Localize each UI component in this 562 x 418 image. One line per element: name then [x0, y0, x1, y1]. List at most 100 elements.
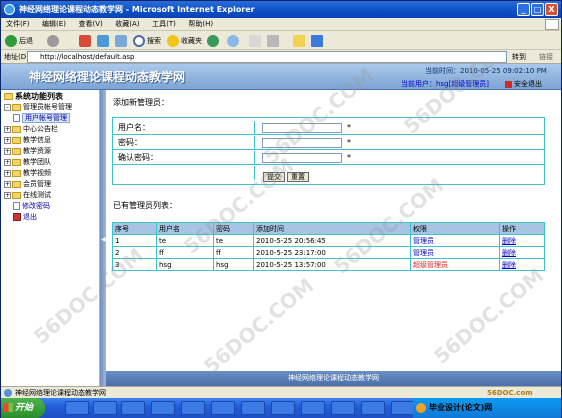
page-footer: 神经网络理论课程动态教学网 [106, 371, 561, 386]
messenger-button[interactable] [311, 34, 325, 48]
menu-view[interactable]: 查看(V) [73, 18, 107, 31]
maximize-button[interactable]: □ [531, 3, 544, 16]
forward-arrow-icon [47, 35, 59, 47]
expand-icon[interactable]: + [4, 180, 11, 188]
add-admin-title: 添加新管理员： [113, 98, 169, 107]
logout-link[interactable]: 安全退出 [505, 79, 542, 89]
site-banner: 神经网络理论课程动态教学网 当前时间：2010-05-25 09:02:10 P… [1, 64, 561, 90]
close-button[interactable]: X [545, 3, 558, 16]
taskbar-item[interactable] [361, 401, 385, 415]
taskbar-item[interactable] [391, 401, 415, 415]
taskbar-item[interactable] [211, 401, 235, 415]
sidebar-item[interactable]: + 教学团队 [1, 157, 99, 168]
sidebar-item[interactable]: + 会员管理 [1, 179, 99, 190]
refresh-button[interactable] [97, 34, 111, 48]
favorites-button[interactable]: 收藏夹 [167, 34, 202, 48]
sidebar-item-label: 退出 [23, 213, 37, 221]
folder-icon [12, 169, 21, 177]
address-bar: 地址(D) http://localhost/default.asp 转到 链接 [1, 50, 561, 64]
minimize-button[interactable]: _ [517, 3, 530, 16]
menu-help[interactable]: 帮助(H) [183, 18, 218, 31]
expand-icon[interactable]: + [4, 125, 11, 133]
taskbar-item[interactable] [151, 401, 175, 415]
sidebar-item[interactable]: 用户帐号管理 [1, 113, 99, 124]
taskbar-item[interactable] [121, 401, 145, 415]
username-input[interactable] [262, 123, 342, 133]
taskbar-item[interactable] [65, 401, 89, 415]
password-input[interactable] [262, 138, 342, 148]
stop-button[interactable] [79, 34, 93, 48]
admin-list-title: 已有管理员列表： [113, 201, 177, 210]
collapse-arrow-icon[interactable]: ◀ [101, 236, 106, 243]
sidebar-item[interactable]: + 教学视频 [1, 168, 99, 179]
sidebar-item[interactable]: 退出 [1, 212, 99, 223]
sidebar-title: 系统功能列表 [1, 90, 99, 102]
sidebar-item-label: 教学信息 [23, 136, 51, 144]
cell-password: hsg [213, 258, 254, 271]
sidebar: 系统功能列表 - 管理员帐号管理 用户帐号管理 + 中心公告栏 + 教学信息 + 教学资源 + 教学… [1, 90, 100, 386]
taskbar-item[interactable] [271, 401, 295, 415]
start-button[interactable]: 开始 [1, 398, 45, 418]
go-button[interactable]: 转到 [512, 50, 526, 64]
delete-link[interactable]: 删除 [499, 246, 545, 259]
page-icon [13, 202, 20, 210]
history-button[interactable] [227, 34, 241, 48]
back-button[interactable]: 后退 [5, 34, 33, 48]
taskbar-item[interactable] [331, 401, 355, 415]
menu-edit[interactable]: 编辑(E) [37, 18, 71, 31]
cell-permission: 超级管理员 [410, 258, 500, 271]
search-button[interactable]: 搜索 [133, 34, 161, 48]
col-id: 序号 [112, 222, 157, 235]
folder-icon [293, 35, 305, 47]
stop-icon [79, 35, 91, 47]
expand-icon[interactable]: + [4, 147, 11, 155]
home-button[interactable] [115, 34, 129, 48]
sidebar-item[interactable]: - 管理员帐号管理 [1, 102, 99, 113]
mail-button[interactable] [249, 34, 263, 48]
messenger-icon [311, 35, 323, 47]
media-button[interactable] [207, 34, 221, 48]
taskbar-item[interactable] [301, 401, 325, 415]
page-icon [13, 114, 20, 122]
links-button[interactable]: 链接 [539, 50, 553, 64]
collapse-icon[interactable]: - [4, 103, 11, 111]
sidebar-item[interactable]: 修改密码 [1, 201, 99, 212]
mail-icon [249, 35, 261, 47]
expand-icon[interactable]: + [4, 136, 11, 144]
confirm-row: 确认密码： * [113, 151, 544, 165]
expand-icon[interactable]: + [4, 191, 11, 199]
taskbar-item[interactable] [181, 401, 205, 415]
lock-icon [505, 80, 512, 88]
submit-button[interactable]: 提交 [263, 172, 285, 182]
windows-flag-icon [4, 403, 13, 412]
taskbar-item[interactable] [241, 401, 265, 415]
menu-tools[interactable]: 工具(T) [147, 18, 181, 31]
taskbar: 开始 毕业设计(论文)网 [1, 398, 561, 418]
forward-button[interactable] [47, 34, 61, 48]
expand-icon[interactable]: + [4, 169, 11, 177]
current-user[interactable]: 当前用户：hsg[超级管理员] [401, 79, 489, 89]
confirm-password-input[interactable] [262, 153, 342, 163]
toolbar: 后退 搜索 收藏夹 [1, 32, 561, 50]
cell-added-time: 2010-5-25 23:17:00 [253, 246, 411, 259]
reset-button[interactable]: 重置 [287, 172, 309, 182]
sidebar-item[interactable]: + 中心公告栏 [1, 124, 99, 135]
menu-favorites[interactable]: 收藏(A) [110, 18, 144, 31]
folder-button[interactable] [293, 34, 307, 48]
address-input[interactable]: http://localhost/default.asp [27, 51, 507, 63]
delete-link[interactable]: 删除 [499, 234, 545, 247]
cell-username: ff [156, 246, 214, 259]
cell-id: 2 [112, 246, 157, 259]
expand-icon[interactable]: + [4, 158, 11, 166]
menu-file[interactable]: 文件(F) [1, 18, 35, 31]
username-row: 用户名： * [113, 121, 544, 135]
delete-link[interactable]: 删除 [499, 258, 545, 271]
sidebar-item[interactable]: + 教学信息 [1, 135, 99, 146]
buttons-row [113, 166, 544, 180]
taskbar-item[interactable] [93, 401, 117, 415]
cell-permission: 管理员 [410, 234, 500, 247]
sidebar-item[interactable]: + 教学资源 [1, 146, 99, 157]
window-title: 神经网络理论课程动态教学网 - Microsoft Internet Explo… [19, 5, 255, 14]
sidebar-item[interactable]: + 在线测试 [1, 190, 99, 201]
print-button[interactable] [267, 34, 281, 48]
